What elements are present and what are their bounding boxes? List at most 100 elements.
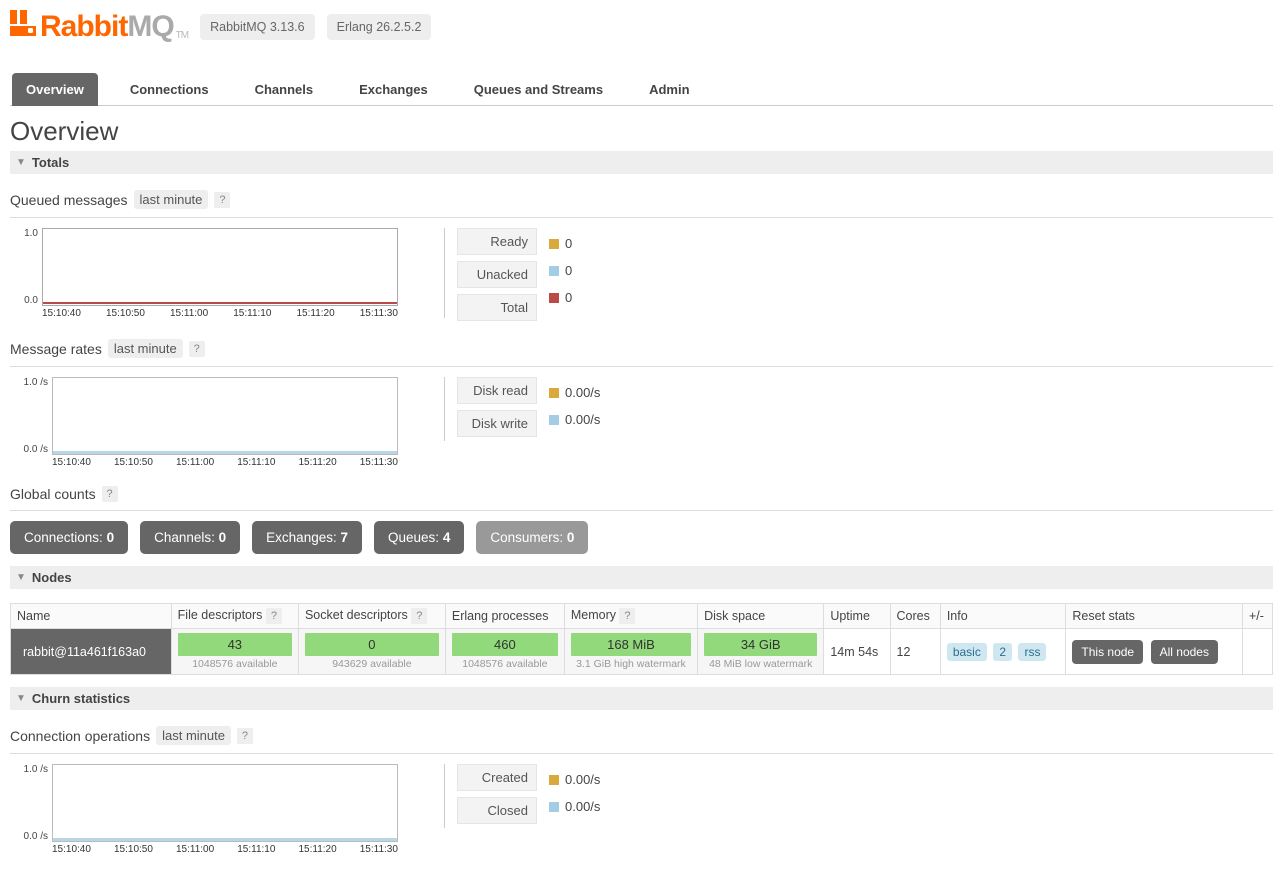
x-tick: 15:10:50 <box>106 308 145 319</box>
info-cell: basic 2 rss <box>940 629 1066 675</box>
logo-text-mq: MQ <box>127 10 173 44</box>
tab-overview[interactable]: Overview <box>12 73 98 106</box>
col-sd[interactable]: Socket descriptors ? <box>298 604 445 629</box>
divider <box>10 510 1273 511</box>
gc-connections[interactable]: Connections: 0 <box>10 521 128 554</box>
help-icon[interactable]: ? <box>102 486 118 502</box>
swatch-icon <box>549 239 559 249</box>
reset-this-node-button[interactable]: This node <box>1072 640 1143 664</box>
section-churn-header[interactable]: ▼ Churn statistics <box>10 687 1273 710</box>
disk-cell: 34 GiB 48 MiB low watermark <box>698 629 824 675</box>
legend-value: 0.00/s <box>565 772 600 787</box>
legend-label-created[interactable]: Created <box>457 764 537 791</box>
col-plus-minus[interactable]: +/- <box>1243 604 1273 629</box>
plus-minus-cell[interactable] <box>1243 629 1273 675</box>
page-title: Overview <box>10 116 1273 147</box>
topbar: RabbitMQ TM RabbitMQ 3.13.6 Erlang 26.2.… <box>10 10 1273 44</box>
logo-tm: TM <box>176 30 188 41</box>
tab-exchanges[interactable]: Exchanges <box>345 73 442 106</box>
churn-legend: Created Closed 0.00/s 0.00/s <box>444 764 600 828</box>
x-tick: 15:11:10 <box>233 308 271 319</box>
chevron-down-icon: ▼ <box>16 693 26 704</box>
nodes-table: Name File descriptors ? Socket descripto… <box>10 603 1273 675</box>
swatch-icon <box>549 415 559 425</box>
help-icon[interactable]: ? <box>619 608 635 624</box>
legend-label-disk-write[interactable]: Disk write <box>457 410 537 437</box>
queued-chart: 1.0 0.0 15:10:40 15:10:50 15:11:00 15:11… <box>10 228 398 319</box>
churn-range-selector[interactable]: last minute <box>156 726 231 745</box>
fd-cell: 43 1048576 available <box>171 629 298 675</box>
churn-subhead: Connection operations last minute ? <box>10 726 1273 745</box>
logo[interactable]: RabbitMQ TM <box>10 10 188 44</box>
col-name[interactable]: Name <box>11 604 172 629</box>
col-reset[interactable]: Reset stats <box>1066 604 1243 629</box>
reset-cell: This node All nodes <box>1066 629 1243 675</box>
tab-channels[interactable]: Channels <box>241 73 328 106</box>
help-icon[interactable]: ? <box>411 608 427 624</box>
legend-label-unacked[interactable]: Unacked <box>457 261 537 288</box>
legend-label-closed[interactable]: Closed <box>457 797 537 824</box>
help-icon[interactable]: ? <box>189 341 205 357</box>
col-uptime[interactable]: Uptime <box>824 604 890 629</box>
y-tick: 0.0 <box>10 295 38 306</box>
rates-range-selector[interactable]: last minute <box>108 339 183 358</box>
churn-title: Connection operations <box>10 728 150 744</box>
help-icon[interactable]: ? <box>266 608 282 624</box>
gc-exchanges[interactable]: Exchanges: 7 <box>252 521 362 554</box>
gc-queues[interactable]: Queues: 4 <box>374 521 464 554</box>
col-mem[interactable]: Memory ? <box>564 604 697 629</box>
ep-cell: 460 1048576 available <box>445 629 564 675</box>
col-cores[interactable]: Cores <box>890 604 940 629</box>
queued-range-selector[interactable]: last minute <box>134 190 209 209</box>
col-info[interactable]: Info <box>940 604 1066 629</box>
swatch-icon <box>549 266 559 276</box>
cores-cell: 12 <box>890 629 940 675</box>
y-tick: 0.0 /s <box>10 831 48 842</box>
node-name-cell[interactable]: rabbit@11a461f163a0 <box>11 629 172 675</box>
info-badge-num[interactable]: 2 <box>993 643 1012 661</box>
swatch-icon <box>549 775 559 785</box>
x-tick: 15:10:50 <box>114 844 153 855</box>
info-badge-basic[interactable]: basic <box>947 643 987 661</box>
uptime-cell: 14m 54s <box>824 629 890 675</box>
x-tick: 15:10:40 <box>52 457 91 468</box>
swatch-icon <box>549 388 559 398</box>
queued-legend: Ready Unacked Total 0 0 0 <box>444 228 572 321</box>
version-badge-erlang: Erlang 26.2.5.2 <box>327 14 432 40</box>
x-tick: 15:11:20 <box>297 308 335 319</box>
section-totals-header[interactable]: ▼ Totals <box>10 151 1273 174</box>
legend-label-ready[interactable]: Ready <box>457 228 537 255</box>
section-nodes-header[interactable]: ▼ Nodes <box>10 566 1273 589</box>
table-row: rabbit@11a461f163a0 43 1048576 available… <box>11 629 1273 675</box>
divider <box>10 753 1273 754</box>
swatch-icon <box>549 802 559 812</box>
col-fd[interactable]: File descriptors ? <box>171 604 298 629</box>
x-tick: 15:10:40 <box>42 308 81 319</box>
x-tick: 15:10:50 <box>114 457 153 468</box>
x-tick: 15:11:30 <box>360 844 398 855</box>
mem-cell: 168 MiB 3.1 GiB high watermark <box>564 629 697 675</box>
section-nodes-label: Nodes <box>32 570 72 585</box>
legend-label-total[interactable]: Total <box>457 294 537 321</box>
legend-label-disk-read[interactable]: Disk read <box>457 377 537 404</box>
reset-all-nodes-button[interactable]: All nodes <box>1151 640 1218 664</box>
x-tick: 15:10:40 <box>52 844 91 855</box>
info-badge-rss[interactable]: rss <box>1018 643 1046 661</box>
help-icon[interactable]: ? <box>237 728 253 744</box>
rates-title: Message rates <box>10 341 102 357</box>
y-tick: 1.0 /s <box>10 764 48 775</box>
tab-admin[interactable]: Admin <box>635 73 703 106</box>
section-totals-label: Totals <box>32 155 69 170</box>
col-ep[interactable]: Erlang processes <box>445 604 564 629</box>
queued-subhead: Queued messages last minute ? <box>10 190 1273 209</box>
section-churn-label: Churn statistics <box>32 691 130 706</box>
col-disk[interactable]: Disk space <box>698 604 824 629</box>
gc-consumers[interactable]: Consumers: 0 <box>476 521 588 554</box>
help-icon[interactable]: ? <box>214 192 230 208</box>
legend-value: 0 <box>565 236 572 251</box>
global-counts-title: Global counts <box>10 486 96 502</box>
tab-queues[interactable]: Queues and Streams <box>460 73 617 106</box>
main-tabs: Overview Connections Channels Exchanges … <box>10 72 1273 106</box>
tab-connections[interactable]: Connections <box>116 73 223 106</box>
gc-channels[interactable]: Channels: 0 <box>140 521 240 554</box>
